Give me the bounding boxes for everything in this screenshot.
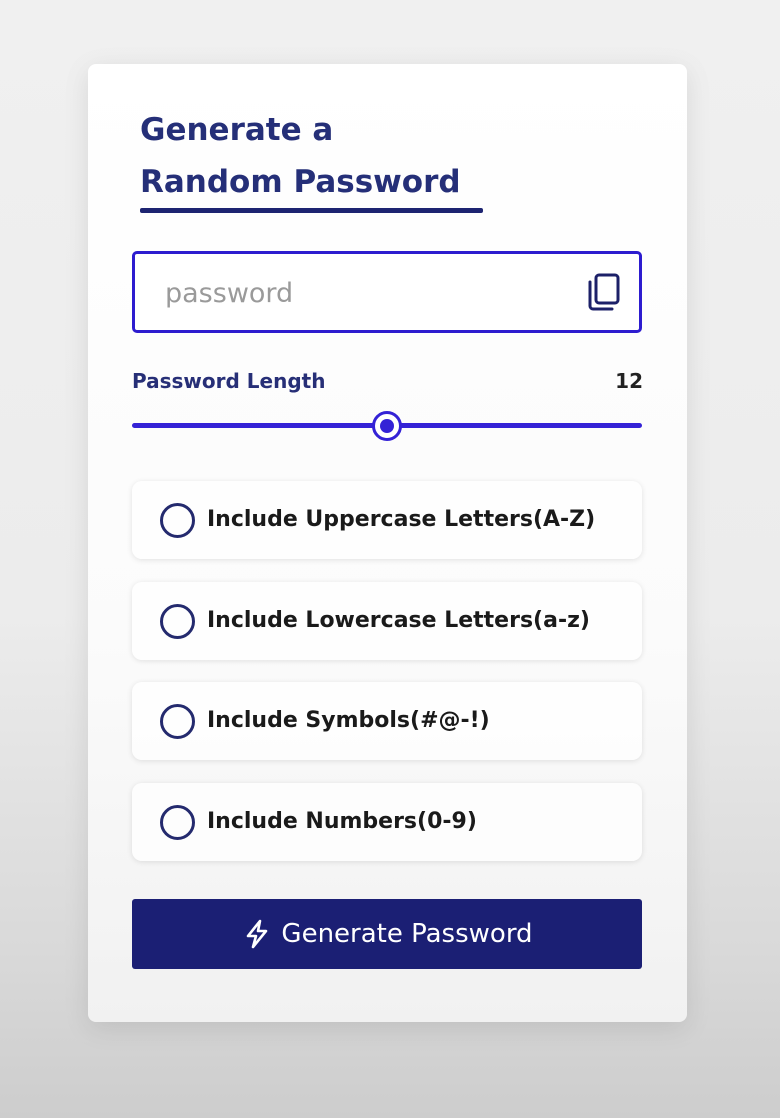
option-label: Include Uppercase Letters(A-Z)	[207, 507, 596, 532]
option-label: Include Numbers(0-9)	[207, 809, 477, 834]
password-input[interactable]	[163, 270, 567, 316]
option-symbols[interactable]: Include Symbols(#@-!)	[132, 682, 642, 760]
option-numbers[interactable]: Include Numbers(0-9)	[132, 783, 642, 861]
page-title: Generate a Random Password	[140, 104, 461, 208]
option-lowercase[interactable]: Include Lowercase Letters(a-z)	[132, 582, 642, 660]
lowercase-radio[interactable]	[160, 604, 195, 639]
lightning-bolt-icon	[247, 919, 268, 949]
title-line-1: Generate a	[140, 112, 334, 148]
title-underline	[140, 208, 483, 213]
option-label: Include Symbols(#@-!)	[207, 708, 490, 733]
password-length-value: 12	[615, 369, 643, 393]
password-length-slider[interactable]	[132, 411, 642, 441]
numbers-radio[interactable]	[160, 805, 195, 840]
option-uppercase[interactable]: Include Uppercase Letters(A-Z)	[132, 481, 642, 559]
copy-button[interactable]	[585, 272, 623, 312]
generate-password-button[interactable]: Generate Password	[132, 899, 642, 969]
password-length-label: Password Length	[132, 369, 326, 393]
password-generator-card: Generate a Random Password Password Leng…	[88, 64, 687, 1022]
generate-button-label: Generate Password	[281, 919, 533, 949]
option-label: Include Lowercase Letters(a-z)	[207, 608, 590, 633]
uppercase-radio[interactable]	[160, 503, 195, 538]
symbols-radio[interactable]	[160, 704, 195, 739]
title-line-2: Random Password	[140, 164, 461, 200]
copy-icon	[588, 273, 620, 311]
slider-thumb[interactable]	[372, 411, 402, 441]
password-field	[132, 251, 642, 333]
